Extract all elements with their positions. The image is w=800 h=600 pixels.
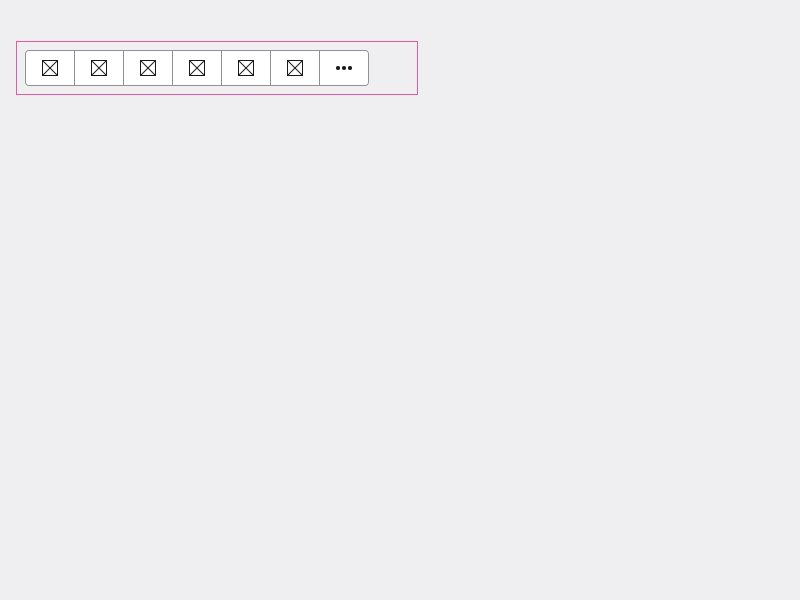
placeholder-icon (189, 60, 205, 76)
toolbar-button-3[interactable] (124, 51, 173, 85)
placeholder-icon (287, 60, 303, 76)
toolbar-button-6[interactable] (271, 51, 320, 85)
more-options-button[interactable] (320, 51, 368, 85)
toolbar (25, 50, 369, 86)
toolbar-button-2[interactable] (75, 51, 124, 85)
placeholder-icon (140, 60, 156, 76)
placeholder-icon (91, 60, 107, 76)
toolbar-button-4[interactable] (173, 51, 222, 85)
placeholder-icon (238, 60, 254, 76)
placeholder-icon (42, 60, 58, 76)
canvas (0, 0, 800, 600)
toolbar-button-5[interactable] (222, 51, 271, 85)
toolbar-button-1[interactable] (26, 51, 75, 85)
more-horizontal-icon (335, 65, 353, 71)
